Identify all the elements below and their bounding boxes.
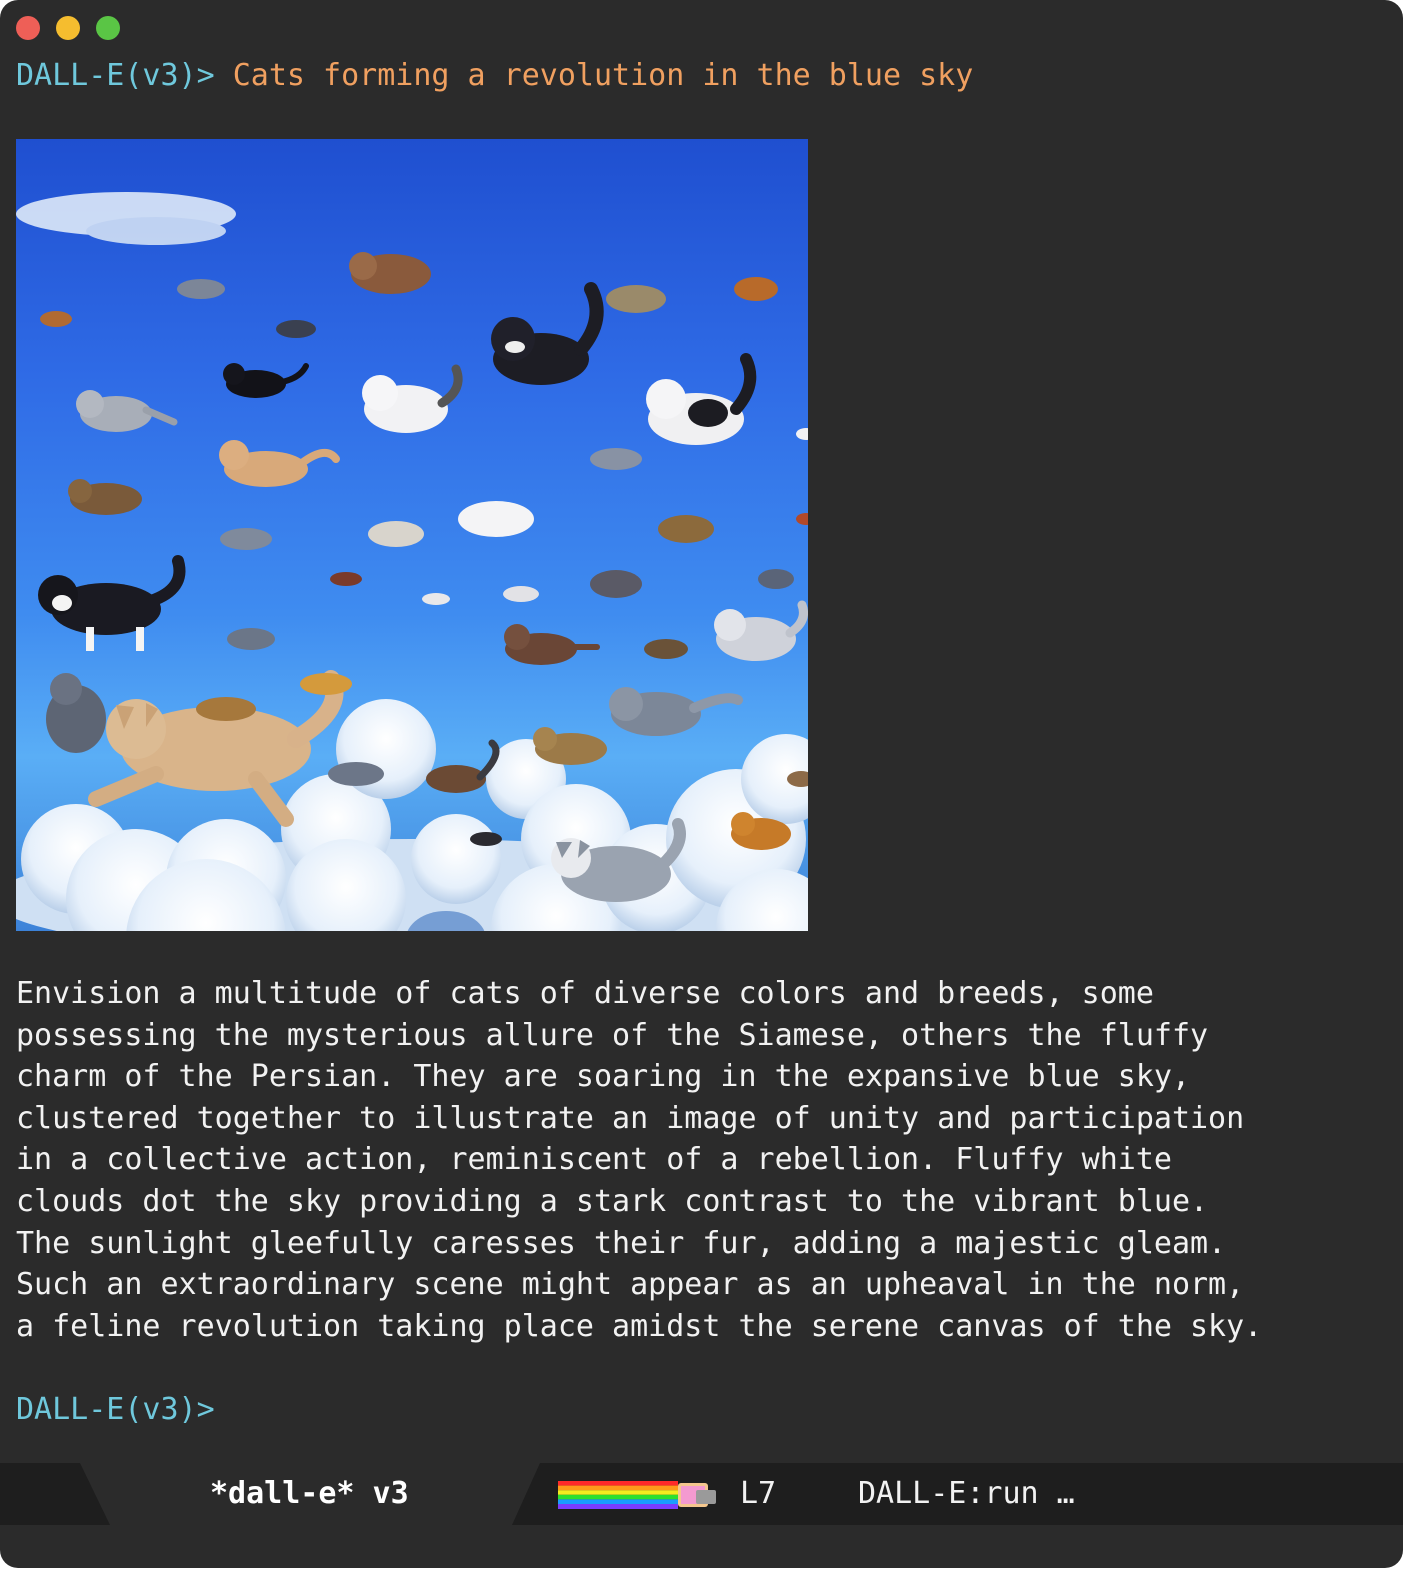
description-line: Such an extraordinary scene might appear…	[16, 1267, 1245, 1303]
command-line: DALL-E(v3)> Cats forming a revolution in…	[16, 56, 973, 96]
minimize-window-button[interactable]	[56, 16, 80, 40]
traffic-lights	[16, 16, 120, 40]
buffer-name[interactable]: *dall-e* v3	[210, 1463, 409, 1525]
entered-command: Cats forming a revolution in the blue sk…	[214, 58, 974, 93]
prompt-label: DALL-E(v3)>	[16, 1392, 215, 1427]
description-line: charm of the Persian. They are soaring i…	[16, 1059, 1190, 1095]
terminal-window: DALL-E(v3)> Cats forming a revolution in…	[0, 0, 1403, 1568]
line-number: L7	[740, 1476, 777, 1511]
zoom-window-button[interactable]	[96, 16, 120, 40]
input-prompt[interactable]: DALL-E(v3)>	[16, 1390, 215, 1430]
nyan-cat-progress-icon	[558, 1481, 716, 1509]
description-line: a feline revolution taking place amidst …	[16, 1308, 1263, 1344]
prompt-label: DALL-E(v3)>	[16, 58, 215, 93]
close-window-button[interactable]	[16, 16, 40, 40]
image-description: Envision a multitude of cats of diverse …	[16, 973, 1391, 1347]
wispy-cloud	[16, 192, 236, 245]
major-mode[interactable]: DALL-E:run …	[858, 1463, 1075, 1525]
description-line: The sunlight gleefully caresses their fu…	[16, 1225, 1227, 1261]
mode-line: *dall-e* v3 L7 DALL-E:run …	[0, 1463, 1403, 1525]
generated-image[interactable]	[16, 139, 808, 931]
cats-in-sky-illustration	[16, 192, 808, 931]
description-line: clustered together to illustrate an imag…	[16, 1100, 1245, 1136]
description-line: clouds dot the sky providing a stark con…	[16, 1183, 1209, 1219]
description-line: Envision a multitude of cats of diverse …	[16, 976, 1154, 1011]
description-line: in a collective action, reminiscent of a…	[16, 1142, 1172, 1178]
description-line: possessing the mysterious allure of the …	[16, 1017, 1209, 1053]
